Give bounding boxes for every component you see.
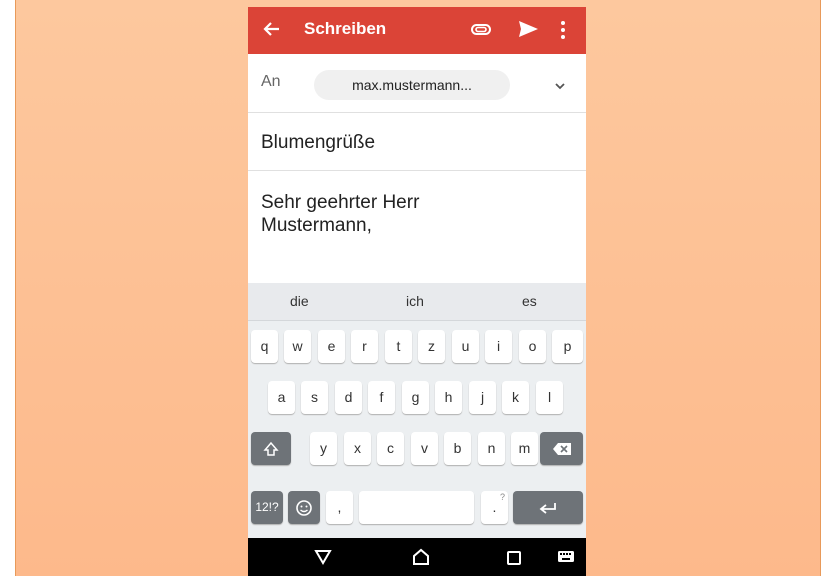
key-r[interactable]: r [351,330,378,363]
emoji-icon [295,499,313,517]
more-vert-icon[interactable] [559,19,567,41]
suggestion-item[interactable]: ich [406,293,424,309]
home-icon[interactable] [411,547,431,572]
phone-screen: Schreiben An max.mustermann... Blumengrü… [248,7,586,576]
body-line: Sehr geehrter Herr [261,192,420,213]
emoji-key[interactable] [288,491,320,524]
key-u[interactable]: u [452,330,479,363]
key-d[interactable]: d [335,381,362,414]
message-body-field[interactable]: Sehr geehrter Herr Mustermann, [261,191,561,237]
key-y[interactable]: y [310,432,337,465]
recipient-chip[interactable]: max.mustermann... [314,70,510,100]
app-bar: Schreiben [248,7,586,54]
recents-icon[interactable] [504,547,524,572]
key-i[interactable]: i [485,330,512,363]
suggestion-item[interactable]: die [290,293,309,309]
backspace-icon [551,440,573,456]
comma-key[interactable]: , [326,491,353,524]
on-screen-keyboard: die ich es q w e r t z u i o p a s d f g… [248,283,586,538]
key-m[interactable]: m [511,432,538,465]
suggestion-strip: die ich es [248,283,586,321]
shift-icon [263,440,279,457]
backspace-key[interactable] [540,432,583,465]
suggestion-item[interactable]: es [522,293,537,309]
symbols-key[interactable]: 12!? [251,491,283,524]
paperclip-icon[interactable] [470,19,492,39]
app-bar-title: Schreiben [304,19,387,38]
period-key[interactable]: . ? [481,491,508,524]
android-nav-bar [248,538,586,576]
key-s[interactable]: s [301,381,328,414]
key-c[interactable]: c [377,432,404,465]
key-o[interactable]: o [519,330,546,363]
key-t[interactable]: t [385,330,412,363]
key-k[interactable]: k [502,381,529,414]
key-g[interactable]: g [402,381,429,414]
key-x[interactable]: x [344,432,371,465]
key-h[interactable]: h [435,381,462,414]
key-a[interactable]: a [268,381,295,414]
arrow-back-icon[interactable] [262,17,282,41]
to-label: An [261,73,281,90]
key-w[interactable]: w [284,330,311,363]
key-l[interactable]: l [536,381,563,414]
recipient-row: An max.mustermann... [248,54,586,113]
key-q[interactable]: q [251,330,278,363]
period-label: . [492,499,497,515]
shift-key[interactable] [251,432,291,465]
key-b[interactable]: b [444,432,471,465]
send-icon[interactable] [517,19,539,39]
key-j[interactable]: j [469,381,496,414]
body-line: Mustermann, [261,215,372,236]
enter-icon [538,499,558,515]
chevron-down-icon[interactable] [553,78,567,90]
subject-divider [248,170,586,171]
space-key[interactable] [359,491,474,524]
subject-field[interactable]: Blumengrüße [261,132,375,154]
key-p[interactable]: p [552,330,583,363]
keyboard-switch-icon[interactable] [556,547,576,572]
key-v[interactable]: v [411,432,438,465]
enter-key[interactable] [513,491,583,524]
back-triangle-icon[interactable] [313,547,333,572]
key-f[interactable]: f [368,381,395,414]
key-e[interactable]: e [318,330,345,363]
key-n[interactable]: n [478,432,505,465]
key-z[interactable]: z [418,330,445,363]
period-hint: ? [499,492,505,502]
